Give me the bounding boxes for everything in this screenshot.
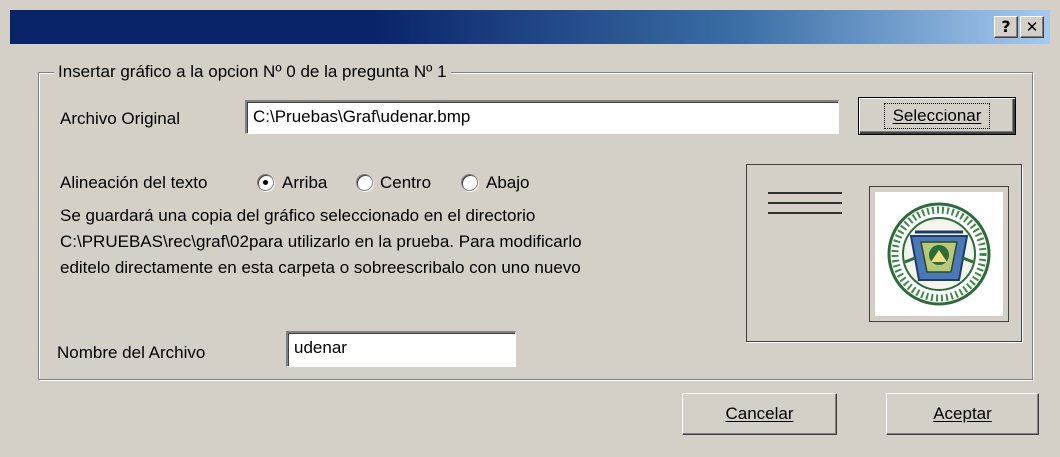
cancelar-button-label: Cancelar (725, 404, 794, 423)
radio-abajo-label: Abajo (486, 173, 530, 192)
info-line-3: editelo directamente en esta carpeta o s… (60, 258, 581, 277)
close-button[interactable]: ✕ (1020, 16, 1044, 38)
info-line-2: C:\PRUEBAS\rec\graf\02para utilizarlo en… (60, 232, 582, 251)
radio-selected-dot (263, 180, 268, 185)
archivo-original-label: Archivo Original (60, 109, 180, 128)
radio-arriba[interactable] (257, 174, 274, 191)
group-legend: Insertar gráfico a la opcion Nº 0 de la … (54, 62, 451, 82)
preview-text-line (768, 202, 842, 204)
radio-centro[interactable] (356, 174, 373, 191)
aceptar-button[interactable]: Aceptar (886, 393, 1039, 435)
seleccionar-button[interactable]: Seleccionar (858, 97, 1016, 135)
radio-abajo[interactable] (461, 174, 478, 191)
university-seal-image (887, 202, 991, 306)
nombre-archivo-field[interactable]: udenar (286, 331, 516, 367)
info-line-1: Se guardará una copia del gráfico selecc… (60, 206, 536, 225)
radio-centro-label: Centro (380, 173, 432, 192)
preview-text-line (768, 212, 842, 214)
radio-arriba-label: Arriba (282, 173, 328, 192)
help-button[interactable]: ? (994, 16, 1018, 38)
aceptar-button-label: Aceptar (933, 404, 992, 423)
preview-text-line (768, 192, 842, 194)
preview-image-area (875, 192, 1003, 316)
title-bar: ? ✕ (10, 10, 1050, 44)
cancelar-button[interactable]: Cancelar (682, 393, 837, 435)
alineacion-label: Alineación del texto (60, 173, 208, 192)
archivo-original-field[interactable]: C:\Pruebas\Graf\udenar.bmp (245, 100, 839, 134)
seleccionar-button-label: Seleccionar (883, 103, 991, 129)
close-icon: ✕ (1025, 17, 1039, 36)
nombre-archivo-label: Nombre del Archivo (57, 343, 206, 362)
question-mark-icon: ? (1001, 17, 1011, 36)
